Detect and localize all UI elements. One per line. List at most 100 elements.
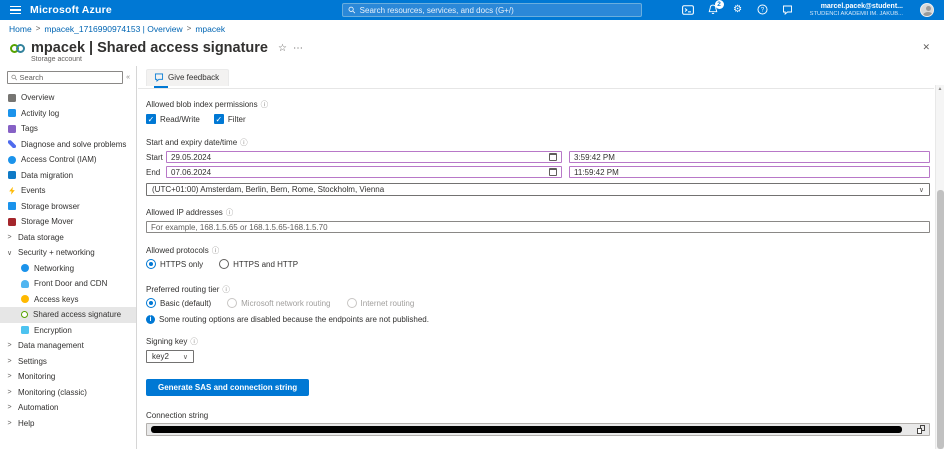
timezone-select[interactable]: (UTC+01:00) Amsterdam, Berlin, Bern, Rom… <box>146 183 930 196</box>
sidebar-item-front-door[interactable]: Front Door and CDN <box>0 276 136 292</box>
internet-routing-radio <box>347 298 357 308</box>
sidebar-group-monitoring[interactable]: >Monitoring <box>0 369 136 385</box>
read-write-checkbox[interactable]: ✓ <box>146 114 156 124</box>
end-date-input[interactable] <box>171 168 549 177</box>
routing-label: Preferred routing tierⓘ <box>146 284 930 295</box>
routing-info-text: Some routing options are disabled becaus… <box>159 315 429 324</box>
sidebar-item-label: Networking <box>34 264 74 273</box>
sidebar-item-shared-access-signature[interactable]: Shared access signature <box>0 307 136 323</box>
feedback-icon[interactable] <box>781 3 795 17</box>
routing-radios: Basic (default) Microsoft network routin… <box>146 298 930 308</box>
avatar[interactable] <box>920 3 934 17</box>
sidebar-item-overview[interactable]: Overview <box>0 90 136 106</box>
more-options-icon[interactable]: ⋯ <box>293 43 304 54</box>
sidebar-search-input[interactable] <box>19 73 119 82</box>
blade-header: mpacek | Shared access signature ☆ ⋯ Sto… <box>0 37 944 66</box>
sidebar-item-events[interactable]: Events <box>0 183 136 199</box>
sidebar-item-tags[interactable]: Tags <box>0 121 136 137</box>
search-icon <box>348 6 356 14</box>
internet-routing-label: Internet routing <box>361 299 415 308</box>
ip-input[interactable] <box>151 223 925 232</box>
notifications-bell-icon[interactable]: 2 <box>706 3 720 17</box>
info-icon[interactable]: ⓘ <box>190 336 198 347</box>
breadcrumb: Home > mpacek_1716990974153 | Overview >… <box>0 20 944 37</box>
https-only-radio[interactable] <box>146 259 156 269</box>
ip-field[interactable] <box>146 221 930 233</box>
connection-string-label: Connection string <box>146 411 930 420</box>
sidebar-search-box[interactable] <box>7 71 123 84</box>
chevron-right-icon: > <box>6 389 13 396</box>
cloud-shell-icon[interactable] <box>681 3 695 17</box>
start-time-field[interactable] <box>569 151 930 163</box>
generate-sas-button[interactable]: Generate SAS and connection string <box>146 379 309 396</box>
sidebar-item-access-control[interactable]: Access Control (IAM) <box>0 152 136 168</box>
give-feedback-button[interactable]: Give feedback <box>146 69 229 86</box>
calendar-icon[interactable] <box>549 168 557 176</box>
collapse-menu-icon[interactable]: « <box>126 74 130 81</box>
scrollbar-thumb[interactable] <box>937 190 944 449</box>
sidebar-item-activity-log[interactable]: Activity log <box>0 106 136 122</box>
favorite-star-icon[interactable]: ☆ <box>278 43 287 54</box>
sidebar-item-networking[interactable]: Networking <box>0 261 136 277</box>
sidebar-search: « <box>7 71 130 84</box>
account-info[interactable]: marcel.pacek@student... STUDENCI AKADEMI… <box>810 3 903 18</box>
settings-gear-icon[interactable]: ⚙ <box>731 3 745 17</box>
start-time-input[interactable] <box>574 153 925 162</box>
calendar-icon[interactable] <box>549 153 557 161</box>
breadcrumb-resource[interactable]: mpacek <box>195 24 225 34</box>
filter-checkbox[interactable]: ✓ <box>214 114 224 124</box>
start-date-field[interactable] <box>166 151 562 163</box>
svg-text:?: ? <box>761 7 765 14</box>
sidebar-item-storage-mover[interactable]: Storage Mover <box>0 214 136 230</box>
azure-brand: Microsoft Azure <box>30 4 112 16</box>
breadcrumb-separator: > <box>187 24 192 33</box>
global-search-input[interactable] <box>360 6 636 15</box>
global-search[interactable] <box>342 3 642 17</box>
ip-label: Allowed IP addressesⓘ <box>146 207 930 218</box>
start-datetime-row: Start <box>146 151 930 163</box>
scroll-up-icon[interactable]: ▲ <box>936 85 944 92</box>
sidebar-group-help[interactable]: >Help <box>0 416 136 432</box>
sidebar-group-automation[interactable]: >Automation <box>0 400 136 416</box>
sidebar-item-label: Data migration <box>21 171 73 180</box>
sidebar-item-label: Access keys <box>34 295 78 304</box>
breadcrumb-home[interactable]: Home <box>9 24 32 34</box>
info-icon[interactable]: ⓘ <box>222 284 230 295</box>
sidebar-item-label: Overview <box>21 93 54 102</box>
sidebar-group-data-management[interactable]: >Data management <box>0 338 136 354</box>
end-time-input[interactable] <box>574 168 925 177</box>
search-icon <box>11 74 17 81</box>
read-write-label: Read/Write <box>160 115 200 124</box>
sidebar-item-storage-browser[interactable]: Storage browser <box>0 199 136 215</box>
chevron-right-icon: > <box>6 342 13 349</box>
vertical-scrollbar[interactable]: ▲ <box>935 85 944 449</box>
sidebar-group-data-storage[interactable]: >Data storage <box>0 230 136 246</box>
info-icon[interactable]: ⓘ <box>212 245 220 256</box>
end-date-field[interactable] <box>166 166 562 178</box>
help-icon[interactable]: ? <box>756 3 770 17</box>
https-and-http-radio[interactable] <box>219 259 229 269</box>
hamburger-menu-icon[interactable] <box>0 0 30 20</box>
signing-key-select[interactable]: key2 ∨ <box>146 350 194 363</box>
connection-string-field[interactable] <box>146 423 930 436</box>
end-time-field[interactable] <box>569 166 930 178</box>
sidebar-item-diagnose[interactable]: Diagnose and solve problems <box>0 137 136 153</box>
sidebar-item-access-keys[interactable]: Access keys <box>0 292 136 308</box>
account-org: STUDENCI AKADEMII IM. JAKUB... <box>810 11 903 18</box>
sidebar-item-encryption[interactable]: Encryption <box>0 323 136 339</box>
start-date-input[interactable] <box>171 153 549 162</box>
breadcrumb-overview[interactable]: mpacek_1716990974153 | Overview <box>44 24 182 34</box>
resource-menu: « Overview Activity log Tags Diagnose an… <box>0 66 137 449</box>
info-icon[interactable]: ⓘ <box>240 137 248 148</box>
chevron-right-icon: > <box>6 234 13 241</box>
info-icon[interactable]: ⓘ <box>226 207 234 218</box>
info-icon[interactable]: ⓘ <box>261 99 269 110</box>
sidebar-group-security-networking[interactable]: ∨Security + networking <box>0 245 136 261</box>
sidebar-item-data-migration[interactable]: Data migration <box>0 168 136 184</box>
sidebar-group-settings[interactable]: >Settings <box>0 354 136 370</box>
lock-icon <box>21 326 29 334</box>
basic-routing-radio[interactable] <box>146 298 156 308</box>
copy-icon[interactable] <box>917 425 925 434</box>
sidebar-group-monitoring-classic[interactable]: >Monitoring (classic) <box>0 385 136 401</box>
close-blade-icon[interactable]: ✕ <box>922 42 930 53</box>
